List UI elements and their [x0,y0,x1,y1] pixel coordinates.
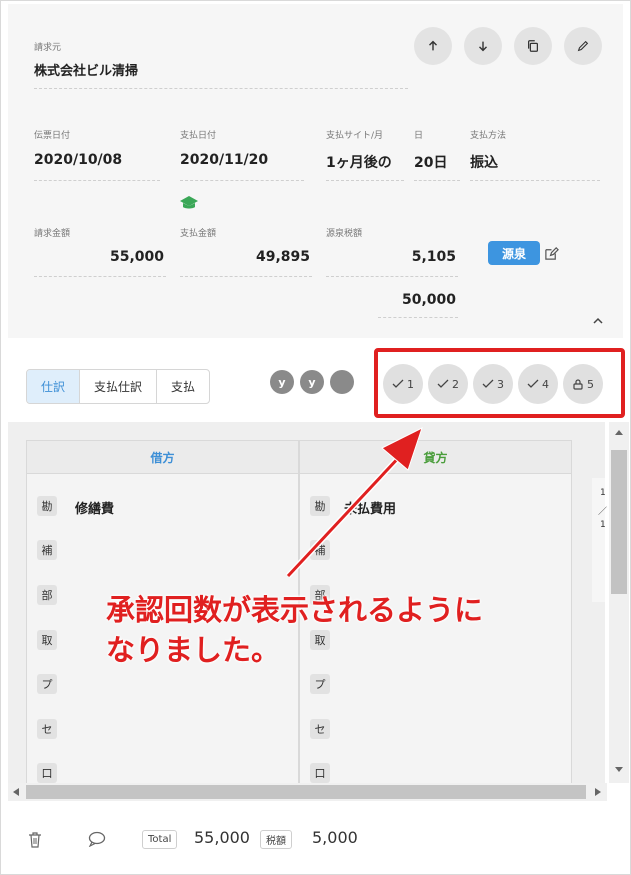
payment-date-value[interactable]: 2020/11/20 [180,152,268,168]
approval-highlight-box [374,348,625,418]
side-text: 1 [600,488,606,498]
scroll-up-icon[interactable] [614,428,624,436]
edit-button[interactable] [564,27,602,65]
department-tag[interactable]: 部 [37,585,57,605]
arrow-down-icon [479,41,487,52]
total-value: 55,000 [194,828,250,847]
day-value[interactable]: 20日 [414,152,447,172]
move-up-button[interactable] [414,27,452,65]
avatar[interactable]: y [270,370,294,394]
side-summary-strip: 1 ／ 1 [592,478,608,602]
invoice-header-panel: 請求元 株式会社ビル清掃 伝票日付 2020/10/08 支払日付 2020/1… [8,4,623,338]
avatar[interactable] [330,370,354,394]
bank-account-tag[interactable]: 口 [310,763,330,783]
payment-site-value[interactable]: 1ヶ月後の [326,152,392,172]
move-down-button[interactable] [464,27,502,65]
callout-arrow [285,427,423,579]
withholding-value[interactable]: 5,105 [326,249,456,265]
account-tag[interactable]: 勘 [37,496,57,516]
withholding-base-value: 50,000 [401,292,456,308]
payment-amount-value[interactable]: 49,895 [180,249,310,265]
payment-method-value[interactable]: 振込 [470,152,498,172]
total-label: Total [142,830,178,849]
project-tag[interactable]: プ [310,674,330,694]
copy-icon [528,40,538,52]
pencil-icon [577,40,589,52]
horizontal-scrollbar[interactable] [8,783,607,801]
callout-line-1: 承認回数が表示されるように [106,593,484,627]
day-label: 日 [414,131,424,141]
withholding-label: 源泉税額 [326,229,363,239]
scroll-left-icon[interactable] [12,788,20,796]
sub-account-tag[interactable]: 補 [37,540,57,560]
invoice-amount-value[interactable]: 55,000 [34,249,164,265]
payment-amount-underline [180,276,312,277]
bank-account-tag[interactable]: 口 [37,763,57,783]
withholding-underline [326,276,458,277]
side-text: 1 [600,520,606,530]
trash-icon[interactable] [28,832,42,848]
debit-account-value[interactable]: 修繕費 [75,498,114,517]
chevron-up-icon[interactable] [592,316,604,326]
tax-label: 税額 [260,830,292,849]
payment-date-label: 支払日付 [180,131,217,141]
segment-tag[interactable]: セ [310,719,330,739]
arrow-up-icon [429,40,437,51]
payment-site-underline [326,180,404,181]
copy-button[interactable] [514,27,552,65]
tax-value: 5,000 [312,828,358,847]
scroll-right-icon[interactable] [594,788,602,796]
payment-method-underline [470,180,600,181]
vertical-scrollbar[interactable] [609,422,629,783]
comment-icon[interactable] [88,831,106,847]
horizontal-scroll-thumb[interactable] [26,785,586,799]
graduation-cap-icon [180,196,198,209]
gensen-button[interactable]: 源泉 [488,241,540,265]
avatar[interactable]: y [300,370,324,394]
invoice-amount-underline [34,276,166,277]
project-tag[interactable]: プ [37,674,57,694]
slip-date-underline [34,180,160,181]
edit-icon[interactable] [544,246,559,261]
billing-source-value[interactable]: 株式会社ビル清掃 [34,60,138,79]
callout-line-2: なりました。 [106,633,281,667]
invoice-amount-label: 請求金額 [34,229,71,239]
scroll-down-icon[interactable] [614,766,624,774]
debit-header: 借方 [26,440,299,474]
slip-date-label: 伝票日付 [34,131,71,141]
partner-tag[interactable]: 取 [37,630,57,650]
billing-source-label: 請求元 [34,43,62,53]
payment-site-label: 支払サイト/月 [326,131,384,141]
tab-payment[interactable]: 支払 [157,370,209,403]
tab-payment-journal[interactable]: 支払仕訳 [80,370,158,403]
footer-bar: Total 55,000 税額 5,000 [8,812,623,864]
payment-date-underline [180,180,304,181]
vertical-scroll-thumb[interactable] [611,450,627,594]
withholding-base-underline [378,317,458,318]
day-underline [414,180,460,181]
payment-amount-label: 支払金額 [180,229,217,239]
billing-source-underline [34,88,408,89]
journal-tabs: 仕訳 支払仕訳 支払 [26,369,211,404]
slip-date-value[interactable]: 2020/10/08 [34,152,122,168]
side-text: ／ [598,507,608,517]
segment-tag[interactable]: セ [37,719,57,739]
debit-header-label: 借方 [150,450,175,465]
payment-method-label: 支払方法 [470,131,507,141]
callout-text: 承認回数が表示されるように なりました。 [106,590,586,670]
tab-journal[interactable]: 仕訳 [27,370,81,403]
